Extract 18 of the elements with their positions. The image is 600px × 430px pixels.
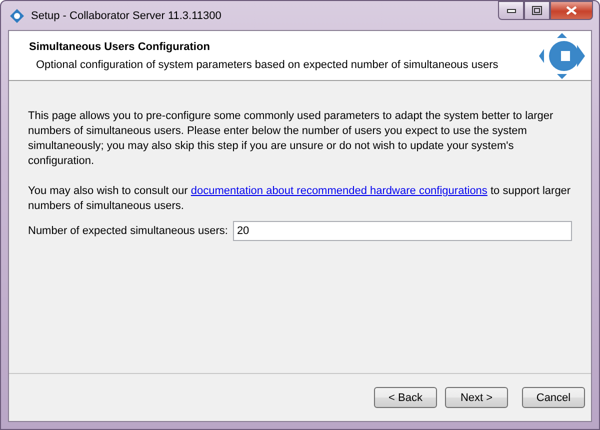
- app-logo-icon: [9, 8, 25, 24]
- minimize-button[interactable]: [498, 1, 524, 20]
- documentation-link[interactable]: documentation about recommended hardware configurations: [190, 185, 488, 197]
- minimize-icon: [506, 8, 516, 12]
- page-subtitle: Optional configuration of system parameters based on expected number of simultaneous users: [35, 58, 500, 70]
- intro-paragraph: This page allows you to pre-configure some commonly used parameters to adapt the system better to larger numbers of simultaneous users. Please enter below the number of users you expect to use the system simultaneously; you may also skip this step if you are unsure or do not wish to update your system's configuration.: [28, 109, 554, 169]
- maximize-icon: [532, 6, 542, 15]
- page-title: Simultaneous Users Configuration: [29, 40, 211, 52]
- close-icon: [566, 6, 577, 15]
- wizard-button[interactable]: < Back: [374, 387, 437, 408]
- wizard-button[interactable]: Next >: [445, 387, 508, 408]
- maximize-button[interactable]: [524, 1, 550, 20]
- window-title: Setup - Collaborator Server 11.3.11300: [31, 10, 222, 22]
- consult-paragraph: You may also wish to consult our documentation about recommended hardware configurations to support larger numbers of simultaneous users.: [28, 184, 572, 214]
- users-input[interactable]: 20: [232, 221, 572, 241]
- users-label: Number of expected simultaneous users:: [28, 225, 228, 237]
- close-button[interactable]: [550, 1, 593, 20]
- wizard-button[interactable]: Cancel: [522, 387, 585, 408]
